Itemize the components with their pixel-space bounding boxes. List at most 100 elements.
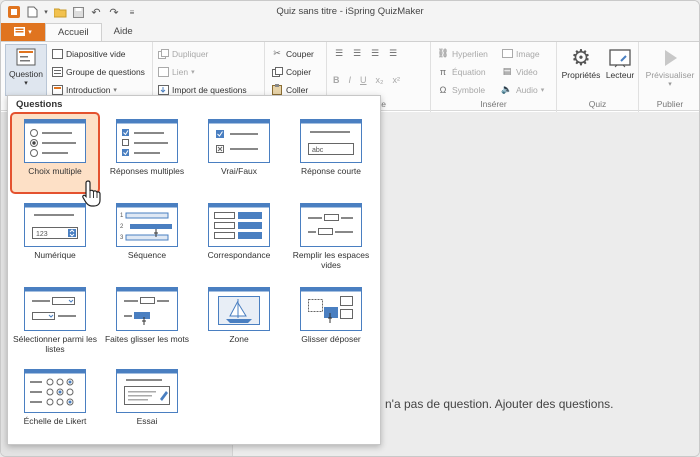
video-button[interactable]: ▤ Vidéo [501, 66, 538, 77]
superscript-button[interactable]: x² [393, 75, 401, 85]
audio-label: Audio [516, 84, 538, 95]
chevron-down-icon: ▾ [113, 86, 117, 94]
quick-access-toolbar: ▾ ↶ ↷ ≡ [1, 5, 139, 19]
redo-icon[interactable]: ↷ [107, 5, 121, 19]
equation-icon: π [439, 66, 447, 77]
question-type-selectionner-listes[interactable]: Sélectionner parmi les listes [10, 280, 100, 362]
ribbon-tabs: ▾ Accueil Aide [1, 23, 699, 41]
hand-cursor-icon [82, 180, 101, 207]
glisser-mots-label: Faites glisser les mots [104, 334, 190, 344]
ribbon-group-quiz: ⚙ Propriétés Lecteur Quiz [557, 42, 639, 112]
reponse-courte-label: Réponse courte [300, 166, 361, 176]
vrai-faux-label: Vrai/Faux [220, 166, 258, 176]
play-icon [658, 46, 682, 70]
chevron-down-icon: ▾ [668, 81, 672, 88]
indent-icon[interactable]: ☰ [369, 48, 381, 59]
question-type-glisser-deposer[interactable]: Glisser déposer [286, 280, 376, 362]
copy-label: Copier [286, 66, 312, 77]
customize-toolbar-icon[interactable]: ≡ [125, 5, 139, 19]
hyperlink-label: Hyperlien [452, 48, 488, 59]
remplir-espaces-label: Remplir les espaces vides [292, 250, 370, 270]
new-file-icon[interactable] [25, 5, 39, 19]
echelle-likert-label: Échelle de Likert [23, 416, 87, 426]
question-icon [14, 45, 38, 69]
gear-icon: ⚙ [571, 45, 591, 70]
empty-quiz-message[interactable]: iz n'a pas de question. Ajouter des ques… [373, 397, 613, 411]
cut-button[interactable]: ✂ Couper [271, 48, 314, 59]
ribbon-group-insert: ⛓ Hyperlien π Équation Ω Symbole Image ▤… [431, 42, 557, 112]
audio-button[interactable]: 🔈 Audio ▾ [501, 84, 544, 95]
undo-icon[interactable]: ↶ [89, 5, 103, 19]
question-type-echelle-likert[interactable]: Échelle de Likert [10, 362, 100, 444]
numerique-field-text: 123 [36, 231, 48, 238]
app-window: ▾ ↶ ↷ ≡ Quiz sans titre - iSpring QuizMa… [0, 0, 700, 457]
outdent-icon[interactable]: ☰ [387, 48, 399, 59]
player-label: Lecteur [605, 70, 635, 80]
question-type-essai[interactable]: Essai [102, 362, 192, 444]
open-folder-icon[interactable] [53, 5, 67, 19]
player-icon [608, 46, 632, 70]
bullet-list-icon[interactable]: ☰ [333, 48, 345, 59]
equation-button[interactable]: π Équation [437, 66, 486, 77]
title-bar: ▾ ↶ ↷ ≡ Quiz sans titre - iSpring QuizMa… [1, 1, 699, 23]
question-group-button[interactable]: Groupe de questions [51, 66, 145, 77]
reponse-courte-icon: abc [300, 119, 362, 163]
import-questions-label: Import de questions [172, 84, 247, 95]
paste-button[interactable]: Coller [271, 84, 308, 95]
zone-icon [208, 287, 270, 331]
italic-button[interactable]: I [349, 75, 352, 85]
question-type-vrai-faux[interactable]: Vrai/Faux [194, 112, 284, 194]
import-questions-button[interactable]: Import de questions [157, 84, 247, 95]
question-type-remplir-espaces[interactable]: Remplir les espaces vides [286, 196, 376, 278]
question-type-zone[interactable]: Zone [194, 280, 284, 362]
bold-button[interactable]: B [333, 75, 340, 85]
image-button[interactable]: Image [501, 48, 540, 59]
blank-slide-button[interactable]: Diapositive vide [51, 48, 126, 59]
properties-button[interactable]: ⚙ Propriétés [561, 45, 601, 80]
question-type-sequence[interactable]: 1 2 3 Séquence [102, 196, 192, 278]
question-button-label: Question [8, 69, 44, 79]
hyperlink-icon: ⛓ [437, 48, 449, 58]
chevron-down-icon: ▾ [540, 86, 545, 94]
essai-icon [116, 369, 178, 413]
tab-aide[interactable]: Aide [102, 23, 145, 41]
chevron-down-icon: ▾ [24, 80, 28, 87]
question-type-reponse-courte[interactable]: abc Réponse courte [286, 112, 376, 194]
introduction-label: Introduction [66, 84, 111, 95]
save-icon[interactable] [71, 5, 85, 19]
remplir-espaces-icon [300, 203, 362, 247]
subscript-button[interactable]: x₂ [376, 75, 384, 85]
link-label: Lien [172, 66, 189, 77]
question-type-reponses-multiples[interactable]: Réponses multiples [102, 112, 192, 194]
question-group-label: Groupe de questions [66, 66, 145, 77]
preview-button[interactable]: Prévisualiser ▾ [641, 46, 699, 88]
list-buttons: ☰ ☰ ☰ ☰ [333, 48, 399, 59]
underline-button[interactable]: U [360, 75, 367, 85]
question-button[interactable]: Question ▾ [5, 44, 47, 96]
question-type-correspondance[interactable]: Correspondance [194, 196, 284, 278]
question-type-numerique[interactable]: 123 Numérique [10, 196, 100, 278]
publish-group-label: Publier [656, 99, 684, 109]
reponses-multiples-icon [116, 119, 178, 163]
hyperlink-button[interactable]: ⛓ Hyperlien [437, 48, 488, 59]
question-type-glisser-mots[interactable]: Faites glisser les mots [102, 280, 192, 362]
correspondance-icon [208, 203, 270, 247]
copy-button[interactable]: Copier [271, 66, 311, 77]
dropdown-arrow-icon[interactable]: ▾ [43, 5, 49, 19]
numbered-list-icon[interactable]: ☰ [351, 48, 363, 59]
introduction-button[interactable]: Introduction ▾ [51, 84, 117, 95]
link-button[interactable]: Lien ▾ [157, 66, 195, 77]
glisser-mots-icon [116, 287, 178, 331]
preview-label: Prévisualiser [645, 70, 695, 80]
equation-label: Équation [452, 66, 486, 77]
duplicate-button[interactable]: Dupliquer [157, 48, 208, 59]
player-button[interactable]: Lecteur [603, 46, 637, 80]
question-group-icon [51, 66, 63, 77]
correspondance-label: Correspondance [207, 250, 271, 260]
file-menu-button[interactable]: ▾ [1, 23, 45, 41]
tab-accueil[interactable]: Accueil [45, 23, 102, 41]
choix-multiple-label: Choix multiple [28, 166, 82, 176]
symbol-button[interactable]: Ω Symbole [437, 84, 485, 95]
reponse-courte-field-text: abc [312, 147, 324, 154]
reponses-multiples-label: Réponses multiples [109, 166, 185, 176]
